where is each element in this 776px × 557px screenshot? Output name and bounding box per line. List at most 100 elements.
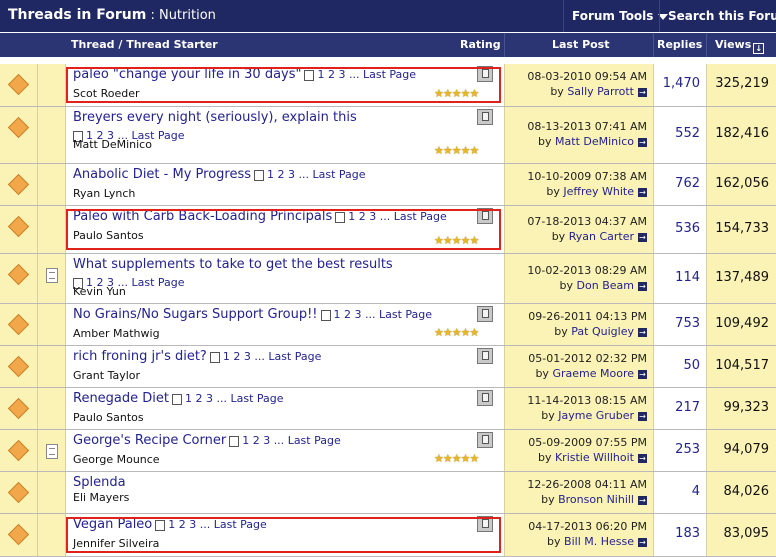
- tag-icon[interactable]: [477, 348, 493, 364]
- replies-count-link[interactable]: 762: [675, 176, 700, 191]
- page-numbers-link[interactable]: 1 2 3 ...: [334, 308, 379, 321]
- thread-starter[interactable]: Amber Mathwig: [73, 327, 160, 340]
- thread-note-cell: [38, 64, 66, 106]
- views-count: 325,219: [715, 76, 769, 91]
- go-to-last-post-icon[interactable]: →: [638, 495, 647, 505]
- go-to-last-post-icon[interactable]: →: [638, 369, 647, 379]
- replies-count-link[interactable]: 1,470: [663, 76, 700, 91]
- tag-icon[interactable]: [477, 66, 493, 82]
- search-forum-label: Search this Forum: [668, 9, 776, 23]
- rating-stars: ★★★★★: [434, 234, 479, 247]
- go-to-last-post-icon[interactable]: →: [638, 137, 647, 147]
- replies-count-link[interactable]: 217: [675, 400, 700, 415]
- go-to-last-post-icon[interactable]: →: [638, 453, 647, 463]
- forum-tools-menu[interactable]: Forum Tools: [563, 0, 669, 32]
- tag-icon[interactable]: [477, 516, 493, 532]
- thread-title-link[interactable]: paleo "change your life in 30 days": [73, 67, 301, 82]
- sort-by-replies-link[interactable]: Replies: [657, 38, 702, 51]
- last-post-cell: 11-14-2013 08:15 AM by Jayme Gruber →: [504, 388, 653, 429]
- thread-title-link[interactable]: No Grains/No Sugars Support Group!!: [73, 307, 318, 322]
- thread-starter[interactable]: Grant Taylor: [73, 369, 140, 382]
- go-to-last-post-icon[interactable]: →: [638, 537, 647, 547]
- go-to-last-post-icon[interactable]: →: [638, 232, 647, 242]
- last-post-cell: 08-13-2013 07:41 AM by Matt DeMinico →: [504, 107, 653, 163]
- last-poster-link[interactable]: Pat Quigley: [571, 325, 634, 338]
- last-page-link[interactable]: Last Page: [288, 434, 341, 447]
- page-numbers-link[interactable]: 1 2 3 ...: [317, 68, 362, 81]
- last-poster-link[interactable]: Don Beam: [577, 279, 634, 292]
- thread-starter[interactable]: Paulo Santos: [73, 411, 144, 424]
- thread-title-link[interactable]: Anabolic Diet - My Progress: [73, 167, 251, 182]
- rating-stars: ★★★★★: [434, 144, 479, 157]
- thread-starter[interactable]: Eli Mayers: [73, 491, 129, 504]
- page-numbers-link[interactable]: 1 2 3 ...: [242, 434, 287, 447]
- last-poster-link[interactable]: Graeme Moore: [552, 367, 634, 380]
- last-poster-link[interactable]: Bronson Nihill: [558, 493, 634, 506]
- thread-title-link[interactable]: Splenda: [73, 475, 126, 490]
- sort-by-last-post-link[interactable]: Last Post: [552, 38, 610, 51]
- sort-by-views-link[interactable]: Views ↓: [715, 38, 765, 54]
- last-page-link[interactable]: Last Page: [268, 350, 321, 363]
- last-poster-link[interactable]: Kristie Willhoit: [555, 451, 634, 464]
- page-numbers-link[interactable]: 1 2 3 ...: [223, 350, 268, 363]
- thread-starter[interactable]: George Mounce: [73, 453, 160, 466]
- tag-icon[interactable]: [477, 109, 493, 125]
- replies-count-link[interactable]: 114: [675, 270, 700, 285]
- views-cell: 94,079: [706, 430, 776, 471]
- tag-icon[interactable]: [477, 208, 493, 224]
- thread-title-wrap: Anabolic Diet - My Progress 1 2 3 ... Las…: [73, 167, 366, 182]
- thread-title-link[interactable]: What supplements to take to get the best…: [73, 257, 393, 272]
- last-page-link[interactable]: Last Page: [131, 276, 184, 289]
- replies-count-link[interactable]: 753: [675, 316, 700, 331]
- last-page-link[interactable]: Last Page: [214, 518, 267, 531]
- tag-icon[interactable]: [477, 432, 493, 448]
- thread-status-cell: [0, 304, 38, 345]
- thread-title-link[interactable]: Vegan Paleo: [73, 517, 152, 532]
- last-poster-link[interactable]: Ryan Carter: [569, 230, 634, 243]
- page-numbers-link[interactable]: 1 2 3 ...: [168, 518, 213, 531]
- last-page-link[interactable]: Last Page: [394, 210, 447, 223]
- last-page-link[interactable]: Last Page: [379, 308, 432, 321]
- thread-title-link[interactable]: Paleo with Carb Back-Loading Principals: [73, 209, 332, 224]
- last-poster-link[interactable]: Matt DeMinico: [555, 135, 634, 148]
- last-page-link[interactable]: Last Page: [313, 168, 366, 181]
- last-poster-link[interactable]: Jeffrey White: [563, 185, 634, 198]
- sort-by-thread-link[interactable]: Thread: [71, 38, 115, 51]
- last-poster-link[interactable]: Jayme Gruber: [558, 409, 634, 422]
- go-to-last-post-icon[interactable]: →: [638, 411, 647, 421]
- replies-count-link[interactable]: 183: [675, 526, 700, 541]
- last-poster-link[interactable]: Sally Parrott: [567, 85, 634, 98]
- page-numbers-link[interactable]: 1 2 3 ...: [348, 210, 393, 223]
- page-numbers-link[interactable]: 1 2 3 ...: [185, 392, 230, 405]
- thread-title-link[interactable]: rich froning jr's diet?: [73, 349, 207, 364]
- go-to-last-post-icon[interactable]: →: [638, 187, 647, 197]
- last-page-link[interactable]: Last Page: [231, 392, 284, 405]
- go-to-last-post-icon[interactable]: →: [638, 87, 647, 97]
- thread-starter[interactable]: Ryan Lynch: [73, 187, 135, 200]
- thread-starter[interactable]: Jennifer Silveira: [73, 537, 159, 550]
- views-cell: 99,323: [706, 388, 776, 429]
- last-page-link[interactable]: Last Page: [363, 68, 416, 81]
- replies-count-link[interactable]: 552: [675, 126, 700, 141]
- tag-icon[interactable]: [477, 306, 493, 322]
- replies-count-link[interactable]: 50: [683, 358, 700, 373]
- replies-count-link[interactable]: 536: [675, 221, 700, 236]
- thread-title-link[interactable]: George's Recipe Corner: [73, 433, 226, 448]
- replies-count-link[interactable]: 253: [675, 442, 700, 457]
- thread-starter[interactable]: Paulo Santos: [73, 229, 144, 242]
- thread-starter[interactable]: Matt DeMinico: [73, 138, 152, 151]
- sort-by-starter-link[interactable]: Thread Starter: [126, 38, 218, 51]
- go-to-last-post-icon[interactable]: →: [638, 281, 647, 291]
- last-poster-link[interactable]: Bill M. Hesse: [564, 535, 634, 548]
- page-numbers-link[interactable]: 1 2 3 ...: [267, 168, 312, 181]
- tag-icon[interactable]: [477, 390, 493, 406]
- views-count: 109,492: [715, 316, 769, 331]
- thread-title-link[interactable]: Breyers every night (seriously), explain…: [73, 110, 357, 125]
- sort-by-rating-link[interactable]: Rating: [460, 38, 501, 51]
- thread-starter[interactable]: Scot Roeder: [73, 87, 140, 100]
- search-forum-button[interactable]: Search this Forum: [659, 0, 776, 32]
- go-to-last-post-icon[interactable]: →: [638, 327, 647, 337]
- thread-title-link[interactable]: Renegade Diet: [73, 391, 169, 406]
- thread-starter[interactable]: Kevin Yun: [73, 285, 126, 298]
- replies-count-link[interactable]: 4: [692, 484, 700, 499]
